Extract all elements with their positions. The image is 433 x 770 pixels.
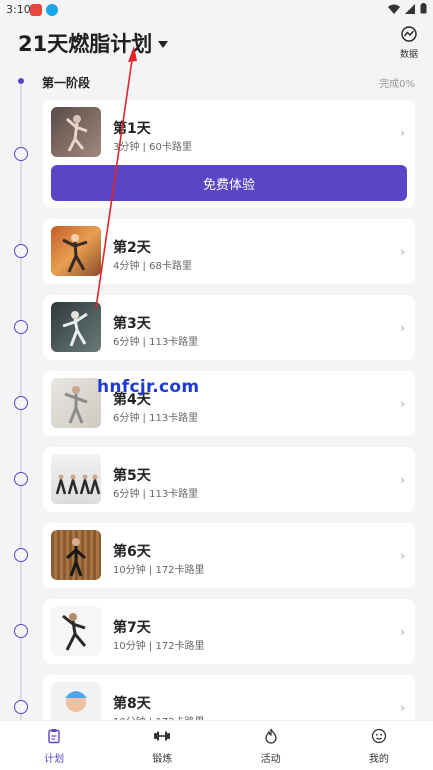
page-title: 21天燃脂计划 <box>18 32 153 56</box>
timeline-node <box>14 624 28 638</box>
day-thumbnail <box>51 302 101 352</box>
wifi-icon <box>388 4 400 14</box>
chevron-right-icon: › <box>400 549 405 563</box>
day-card[interactable]: 第1天 3分钟 | 60卡路里 › 免费体验 <box>43 100 415 208</box>
day-meta: 10分钟 | 172卡路里 <box>113 641 205 652</box>
day-title: 第5天 <box>113 468 151 484</box>
day-thumbnail <box>51 378 101 428</box>
tab-plan[interactable]: 计划 <box>0 721 108 770</box>
tab-activity[interactable]: 活动 <box>217 721 325 770</box>
day-card[interactable]: 第6天 10分钟 | 172卡路里 › <box>43 523 415 588</box>
day-thumbnail <box>51 530 101 580</box>
flame-icon <box>264 728 277 744</box>
day-title: 第6天 <box>113 544 151 560</box>
chart-icon <box>401 26 417 42</box>
timeline-node <box>14 244 28 258</box>
bottom-tab-bar: 计划 锻炼 活动 我的 <box>0 720 433 770</box>
tab-label: 活动 <box>260 754 281 765</box>
free-trial-button[interactable]: 免费体验 <box>51 165 407 201</box>
clipboard-icon <box>48 729 60 744</box>
chevron-right-icon: › <box>400 473 405 487</box>
chevron-right-icon: › <box>400 625 405 639</box>
tab-workout[interactable]: 锻炼 <box>108 721 216 770</box>
data-label: 数据 <box>399 50 418 60</box>
tab-label: 我的 <box>368 754 389 765</box>
data-button[interactable]: 数据 <box>397 26 421 60</box>
day-title: 第1天 <box>113 121 151 137</box>
chevron-right-icon: › <box>400 701 405 715</box>
day-card[interactable]: 第2天 4分钟 | 68卡路里 › <box>43 219 415 284</box>
day-meta: 6分钟 | 113卡路里 <box>113 413 199 424</box>
status-bar: 3:10 <box>0 0 433 20</box>
timeline-node <box>14 548 28 562</box>
timeline-node <box>14 472 28 486</box>
day-meta: 3分钟 | 60卡路里 <box>113 142 192 153</box>
timeline-node <box>14 396 28 410</box>
signal-icon <box>405 3 415 14</box>
phase-progress: 完成0% <box>379 79 415 90</box>
tab-profile[interactable]: 我的 <box>325 721 433 770</box>
day-meta: 4分钟 | 68卡路里 <box>113 261 192 272</box>
day-thumbnail <box>51 107 101 157</box>
timeline-node <box>14 320 28 334</box>
day-meta: 6分钟 | 113卡路里 <box>113 337 199 348</box>
day-card[interactable]: 第7天 10分钟 | 172卡路里 › <box>43 599 415 664</box>
day-meta: 10分钟 | 172卡路里 <box>113 565 205 576</box>
chevron-right-icon: › <box>400 397 405 411</box>
tab-label: 计划 <box>44 754 65 765</box>
day-title: 第2天 <box>113 240 151 256</box>
phase-dot <box>18 78 24 84</box>
day-title: 第8天 <box>113 696 151 712</box>
status-time: 3:10 <box>6 3 31 16</box>
day-title: 第3天 <box>113 316 151 332</box>
dumbbell-icon <box>154 731 171 741</box>
chevron-right-icon: › <box>400 321 405 335</box>
status-icons <box>388 3 427 14</box>
day-thumbnail <box>51 226 101 276</box>
day-card[interactable]: 第5天 6分钟 | 113卡路里 › <box>43 447 415 512</box>
smiley-icon <box>371 728 387 744</box>
day-thumbnail <box>51 454 101 504</box>
phase-label: 第一阶段 <box>42 76 91 90</box>
timeline-node <box>14 700 28 714</box>
caret-down-icon <box>158 41 169 48</box>
day-title: 第7天 <box>113 620 151 636</box>
header: 21天燃脂计划 数据 <box>0 20 433 70</box>
tab-label: 锻炼 <box>152 754 173 765</box>
watermark: hnfcjr.com <box>97 377 200 397</box>
battery-icon <box>420 3 427 14</box>
day-thumbnail <box>51 606 101 656</box>
day-card[interactable]: 第3天 6分钟 | 113卡路里 › <box>43 295 415 360</box>
notification-app-icon <box>30 4 42 16</box>
plan-selector[interactable]: 21天燃脂计划 <box>18 28 169 58</box>
chevron-right-icon: › <box>400 126 405 140</box>
notification-app-icon <box>46 4 58 16</box>
chevron-right-icon: › <box>400 245 405 259</box>
timeline-node <box>14 147 28 161</box>
day-meta: 6分钟 | 113卡路里 <box>113 489 199 500</box>
